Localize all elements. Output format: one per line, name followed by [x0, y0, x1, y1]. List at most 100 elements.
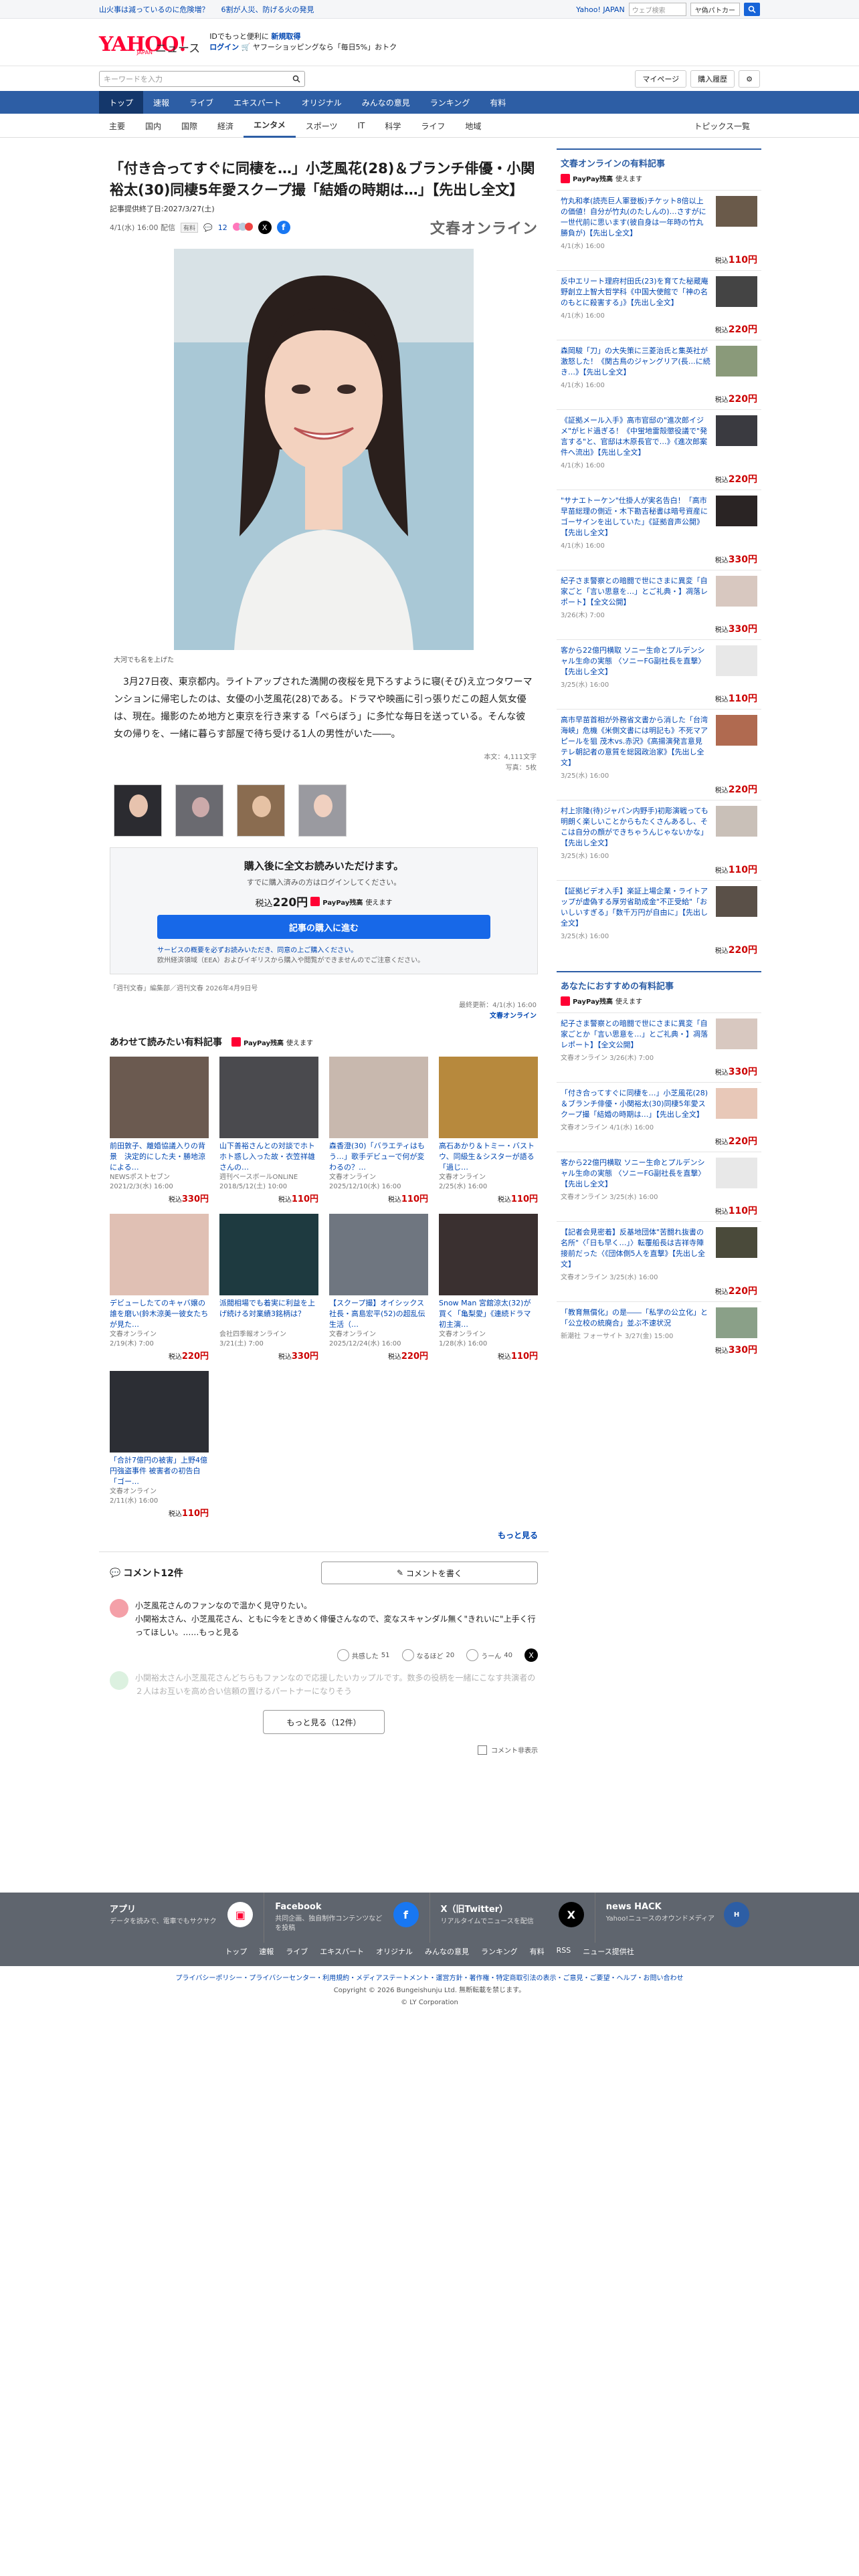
- sidebar-article[interactable]: 客から22億円横取 ソニー生命とプルデンシャル生命の実態 〈ソニーFG副社長を直…: [557, 1152, 761, 1221]
- nav-paid[interactable]: 有料: [480, 91, 516, 114]
- footer-link[interactable]: ランキング: [481, 1946, 518, 1957]
- search-icon[interactable]: [292, 75, 300, 83]
- related-card[interactable]: 【スクープ撮】オイシックス社長・高島宏平(52)の超乱伝生活（… 文春オンライン 2…: [329, 1214, 428, 1362]
- mypage-button[interactable]: マイページ: [635, 70, 687, 88]
- footer-link[interactable]: みんなの意見: [425, 1946, 469, 1957]
- share-x-icon[interactable]: X: [524, 1648, 538, 1662]
- related-card[interactable]: 高石あかり＆トミー・バストウ、同級生＆シスターが語る「過じ… 文春オンライン 2/2…: [439, 1057, 538, 1204]
- sidebar-article-title[interactable]: 【証拠ビデオ入手】楽証上場企業・ライトアップが虚偽する厚労省助成金"不正受給"「…: [561, 886, 710, 929]
- related-card-title[interactable]: 前田敦子、離婚協議入りの背景 決定的にした夫・勝地涼による…: [110, 1141, 209, 1173]
- sidebar-article-title[interactable]: 村上宗隆(待)ジャパン内野手)初彫演戦っても明朗く楽しいことからもたくさんあるし…: [561, 806, 710, 849]
- sidebar-article-title[interactable]: 「教育無償化」の是――「私学の公立化」と「公立校の統廃合」並ぶ不速状況: [561, 1307, 710, 1329]
- shopping-promo[interactable]: ヤフーショッピングなら「毎日5%」おトク: [253, 43, 397, 51]
- tab-science[interactable]: 科学: [375, 114, 411, 138]
- related-more-link[interactable]: もっと見る: [99, 1521, 549, 1549]
- footer-x[interactable]: X（旧Twitter） リアルタイムでニュースを配信 X: [430, 1893, 595, 1943]
- updated-publisher-link[interactable]: 文春オンライン: [111, 1011, 537, 1022]
- hide-comments-toggle[interactable]: コメント非表示: [99, 1741, 549, 1764]
- topbar-link-1[interactable]: 山火事は減っているのに危険増？: [99, 4, 209, 15]
- related-card[interactable]: 森香澄(30)「バラエティはもう…」歌手デビューで何が変わるの？… 文春オンライン…: [329, 1057, 428, 1204]
- sidebar-article[interactable]: 紀子さま警察との暗闘で世にさまに異変「自家ごとか「言い思意を…」とご礼典・】凋落…: [557, 1012, 761, 1082]
- footer-link[interactable]: ニュース提供社: [583, 1946, 634, 1957]
- tab-sports[interactable]: スポーツ: [296, 114, 348, 138]
- photo-thumbnail[interactable]: [114, 784, 162, 837]
- keyword-search-input[interactable]: キーワードを入力: [99, 71, 305, 87]
- tab-international[interactable]: 国際: [171, 114, 207, 138]
- yahoo-japan-link[interactable]: Yahoo! JAPAN: [576, 5, 625, 14]
- tab-it[interactable]: IT: [347, 114, 375, 138]
- footer-link[interactable]: トップ: [225, 1946, 247, 1957]
- tab-life[interactable]: ライフ: [411, 114, 455, 138]
- footer-link[interactable]: 速報: [259, 1946, 274, 1957]
- topics-list-link[interactable]: トピックス一覧: [684, 114, 760, 138]
- nav-ranking[interactable]: ランキング: [420, 91, 480, 114]
- sidebar-article[interactable]: 「教育無償化」の是――「私学の公立化」と「公立校の統廃合」並ぶ不速状況 新潮社 フ…: [557, 1301, 761, 1360]
- related-card-title[interactable]: 森香澄(30)「バラエティはもう…」歌手デビューで何が変わるの？…: [329, 1141, 428, 1173]
- related-card-title[interactable]: 「合計7億円の被害」上野4億円強盗事件 被害者の初告白「ゴー…: [110, 1455, 209, 1487]
- service-overview-link[interactable]: サービスの概要を必ずお読みいただき、同意の上ご購入ください。: [157, 946, 490, 956]
- nav-opinions[interactable]: みんなの意見: [352, 91, 420, 114]
- reaction-agree[interactable]: 共感した 51: [337, 1648, 390, 1662]
- tab-economy[interactable]: 経済: [207, 114, 244, 138]
- sidebar-article-title[interactable]: 竹丸和孝(読売巨人軍登板)チケット8倍以上の価値！自分が竹丸(のたしんの)…さす…: [561, 196, 710, 239]
- sidebar-article[interactable]: 「付き合ってすぐに同棲を…」小芝風花(28)＆ブランチ俳優・小関裕太(30)同棲…: [557, 1082, 761, 1152]
- sidebar-article-title[interactable]: 「付き合ってすぐに同棲を…」小芝風花(28)＆ブランチ俳優・小関裕太(30)同棲…: [561, 1088, 710, 1120]
- sidebar-article-title[interactable]: 客から22億円横取 ソニー生命とプルデンシャル生命の実態 〈ソニーFG副社長を直…: [561, 1158, 710, 1190]
- purchase-login-note[interactable]: すでに購入済みの方はログインしてください。: [157, 877, 490, 887]
- share-facebook-icon[interactable]: f: [276, 221, 290, 234]
- footer-link[interactable]: ライブ: [286, 1946, 308, 1957]
- web-search-input[interactable]: ウェブ検索: [628, 3, 686, 16]
- footer-link[interactable]: RSS: [557, 1946, 571, 1957]
- comment-text[interactable]: 小関裕太さん小芝風花さんどちらもファンなので応援したいカップルです。数多の役柄を…: [135, 1671, 538, 1698]
- sidebar-article[interactable]: 森岡駿「刀」の大失策に三菱治氏と集英社が激怒した！《関古鳥のジャングリア(長…に…: [557, 340, 761, 409]
- signup-link[interactable]: 新規取得: [271, 32, 300, 41]
- sidebar-article[interactable]: 村上宗隆(待)ジャパン内野手)初彫演戦っても明朗く楽しいことからもたくさんあるし…: [557, 800, 761, 880]
- nav-original[interactable]: オリジナル: [292, 91, 352, 114]
- sidebar-article-title[interactable]: 《証拠メール入手》高市官邸の"進次郎イジメ"がヒド過ぎる！《中蛍地雷殻懲役議で"…: [561, 415, 710, 458]
- photo-thumbnail[interactable]: [237, 784, 285, 837]
- topbar-link-2[interactable]: 6割が人災、防げる火の発見: [221, 4, 314, 15]
- related-card-title[interactable]: 山下善裕さんとの対談でホトホト惑し入った故・衣笠祥雄さんの…: [219, 1141, 318, 1173]
- related-card-title[interactable]: 【スクープ撮】オイシックス社長・高島宏平(52)の超乱伝生活（…: [329, 1298, 428, 1330]
- nav-live[interactable]: ライブ: [179, 91, 223, 114]
- related-card-title[interactable]: 派閥相場でも着実に利益を上げ続ける対業績3銘柄は？: [219, 1298, 318, 1330]
- photo-thumbnail[interactable]: [175, 784, 223, 837]
- nav-expert[interactable]: エキスパート: [223, 91, 292, 114]
- related-card[interactable]: 前田敦子、離婚協議入りの背景 決定的にした夫・勝地涼による… NEWSポストセブン…: [110, 1057, 209, 1204]
- sidebar-article[interactable]: 【証拠ビデオ入手】楽証上場企業・ライトアップが虚偽する厚労省助成金"不正受給"「…: [557, 880, 761, 960]
- search-icon[interactable]: [744, 3, 760, 16]
- sidebar-article-title[interactable]: 【記者会見密着】反基地団体"苦闘れ抜書の名所"〈「日も早く…」〉転覆船長は吉祥寺…: [561, 1227, 710, 1270]
- article-photo[interactable]: [174, 249, 474, 650]
- login-link[interactable]: ログイン: [209, 43, 239, 51]
- footer-app[interactable]: アプリ データを読みで、電車でもサクサク ▣: [99, 1893, 265, 1943]
- reaction-hmm[interactable]: うーん 40: [466, 1648, 512, 1662]
- sidebar-article-title[interactable]: 森岡駿「刀」の大失策に三菱治氏と集英社が激怒した！《関古鳥のジャングリア(長…に…: [561, 346, 710, 378]
- comment-count[interactable]: 12: [218, 223, 227, 232]
- sidebar-article[interactable]: 反中エリート理府村田氏(23)を育てた秘蔵庵野創立上智大哲学科《中国大使館で「神…: [557, 270, 761, 340]
- sidebar-article-title[interactable]: "サナエトーケン"仕掛人が実名告白！「高市早苗総理の側近・木下勘吉秘書は暗号資産…: [561, 496, 710, 538]
- related-card-title[interactable]: Snow Man 宮舘涼太(32)が買く「亀梨愛」《連続ドラマ初主演…: [439, 1298, 538, 1330]
- tab-local[interactable]: 地域: [455, 114, 491, 138]
- related-card[interactable]: 山下善裕さんとの対談でホトホト惑し入った故・衣笠祥雄さんの… 週刊ベースボールON…: [219, 1057, 318, 1204]
- footer-link[interactable]: オリジナル: [376, 1946, 413, 1957]
- sidebar-article[interactable]: 竹丸和孝(読売巨人軍登板)チケット8倍以上の価値！自分が竹丸(のたしんの)…さす…: [557, 190, 761, 270]
- nav-breaking[interactable]: 速報: [143, 91, 179, 114]
- related-card-title[interactable]: 高石あかり＆トミー・バストウ、同級生＆シスターが語る「過じ…: [439, 1141, 538, 1173]
- sidebar-article[interactable]: 紀子さま警察との暗闘で世にさまに異変「自家ごと「言い思意を…」とご礼典・】凋落レ…: [557, 570, 761, 639]
- sidebar-article[interactable]: 【記者会見密着】反基地団体"苦闘れ抜書の名所"〈「日も早く…」〉転覆船長は吉祥寺…: [557, 1221, 761, 1301]
- tab-entertainment[interactable]: エンタメ: [244, 114, 296, 138]
- write-comment-button[interactable]: ✎ コメントを書く: [321, 1562, 538, 1584]
- sidebar-article[interactable]: 《証拠メール入手》高市官邸の"進次郎イジメ"がヒド過ぎる！《中蛍地雷殻懲役議で"…: [557, 409, 761, 490]
- related-card[interactable]: 派閥相場でも着実に利益を上げ続ける対業績3銘柄は？ 会社四季報オンライン 3/21(…: [219, 1214, 318, 1362]
- comment-text[interactable]: 小芝風花さんのファンなので温かく見守りたい。 小関裕太さん、小芝風花さん、ともに…: [135, 1599, 538, 1639]
- settings-gear-icon[interactable]: ⚙: [739, 70, 760, 88]
- nav-top[interactable]: トップ: [99, 91, 144, 114]
- sidebar-article[interactable]: 高市早苗首相が外務省文書から消した「台湾海峡」危機《米側文書には明記も》不死マア…: [557, 709, 761, 800]
- related-card[interactable]: Snow Man 宮舘涼太(32)が買く「亀梨愛」《連続ドラマ初主演… 文春オンラ…: [439, 1214, 538, 1362]
- related-card[interactable]: 「合計7億円の被害」上野4億円強盗事件 被害者の初告白「ゴー… 文春オンライン 2/…: [110, 1371, 209, 1519]
- sidebar-article[interactable]: "サナエトーケン"仕掛人が実名告白！「高市早苗総理の側近・木下勘吉秘書は暗号資産…: [557, 490, 761, 570]
- footer-link[interactable]: エキスパート: [320, 1946, 364, 1957]
- topbar-keyword-button[interactable]: ヤ偽パトカー: [690, 3, 740, 16]
- tab-domestic[interactable]: 国内: [135, 114, 171, 138]
- publisher-logo[interactable]: 文春オンライン: [430, 217, 538, 238]
